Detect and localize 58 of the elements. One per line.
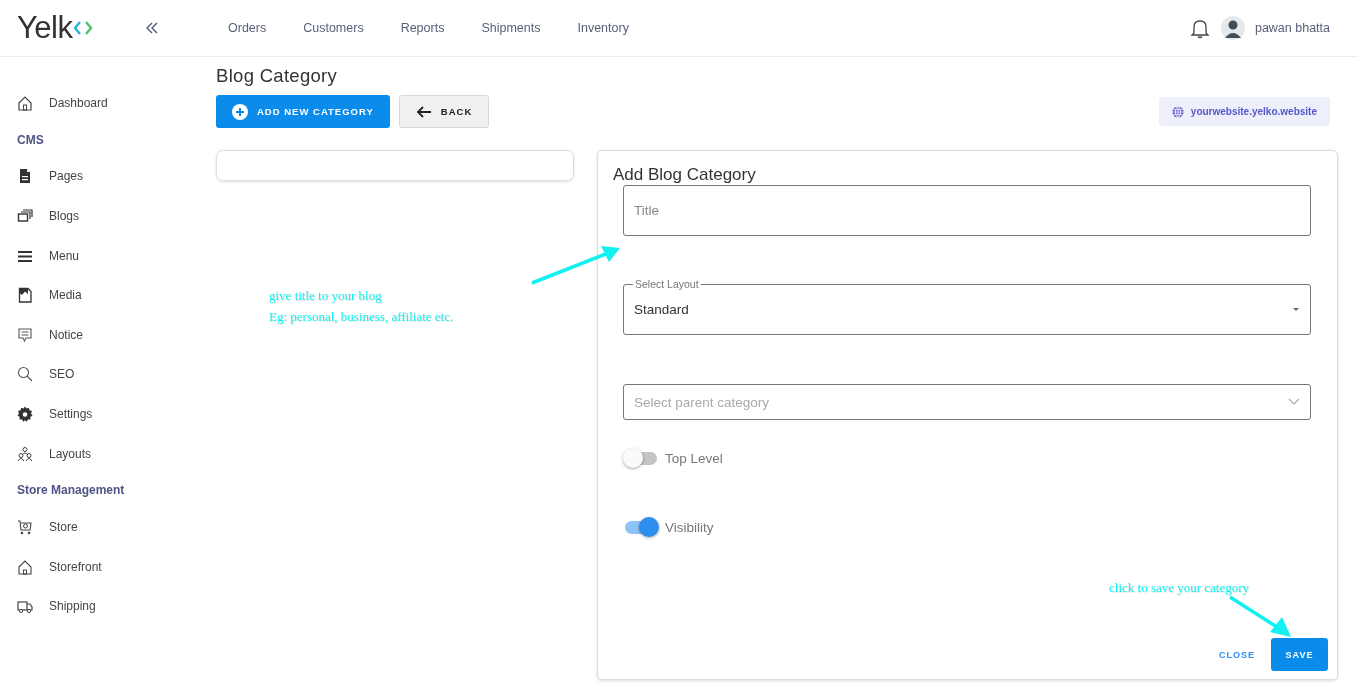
floating-label: Select Layout <box>633 278 701 290</box>
toggle-label: Top Level <box>665 450 723 466</box>
logo-text: Yelk <box>17 10 73 46</box>
select-value: Standard <box>634 302 689 317</box>
sidebar-item[interactable]: Blogs <box>17 208 80 224</box>
globe-icon <box>1171 105 1184 118</box>
back-button[interactable]: BACK <box>398 95 490 128</box>
nav-link[interactable]: Shipments <box>481 21 541 35</box>
sidebar-item[interactable]: SEO <box>17 366 75 383</box>
nav-link[interactable]: Reports <box>400 21 445 35</box>
shopping-cart-icon <box>17 519 33 536</box>
plus-circle-icon <box>232 103 248 120</box>
toggle-label: Visibility <box>665 519 714 535</box>
chevron-down-icon <box>1288 398 1300 406</box>
avatar-icon[interactable] <box>1220 16 1245 40</box>
user-name[interactable]: pawan bhatta <box>1254 21 1330 35</box>
image-file-icon <box>17 287 33 304</box>
sidebar-item[interactable]: Storefront <box>17 558 102 575</box>
nav-link[interactable]: Customers <box>303 21 364 35</box>
annotation-text: give title to your blog <box>269 287 383 305</box>
sidebar-item[interactable]: Menu <box>17 247 80 264</box>
speech-bubble-icon <box>17 326 33 343</box>
sidebar-item[interactable]: Layouts <box>17 445 92 462</box>
sidebar-heading: CMS <box>17 131 45 149</box>
toggle-switch[interactable] <box>623 447 659 469</box>
stacked-windows-icon <box>17 208 33 224</box>
website-link[interactable]: yourwebsite.yelko.website <box>1158 97 1330 126</box>
home-icon <box>17 558 33 575</box>
page-title: Blog Category <box>216 65 339 87</box>
sidebar-item[interactable]: Shipping <box>17 598 96 615</box>
save-button[interactable]: SAVE <box>1271 638 1328 671</box>
sidebar-item[interactable]: Store <box>17 519 78 536</box>
sidebar-item[interactable]: Media <box>17 287 82 304</box>
truck-icon <box>17 598 33 615</box>
form-title: Add Blog Category <box>613 165 757 185</box>
sidebar-item[interactable]: Dashboard <box>17 94 108 111</box>
collapse-icon[interactable] <box>145 21 160 35</box>
select-placeholder: Select parent category <box>634 394 770 410</box>
nav-link[interactable]: Orders <box>228 21 267 35</box>
add-category-button[interactable]: ADD NEW CATEGORY <box>216 95 390 128</box>
annotation-arrow <box>1229 595 1291 637</box>
bell-icon[interactable] <box>1188 17 1211 39</box>
annotation-text: click to save your category <box>1109 579 1250 597</box>
sidebar-item[interactable]: Notice <box>17 326 83 343</box>
sidebar-item[interactable]: Settings <box>17 405 93 422</box>
search-icon <box>17 366 33 383</box>
nav-link[interactable]: Inventory <box>577 21 629 35</box>
people-icon <box>17 445 33 462</box>
annotation-text: Eg: personal, business, affiliate etc. <box>269 308 454 326</box>
sidebar-heading: Store Management <box>17 482 126 500</box>
title-input[interactable]: Title <box>623 185 1311 236</box>
caret-icon <box>1292 307 1300 312</box>
document-icon <box>17 168 33 185</box>
home-icon <box>17 94 33 111</box>
settings-icon <box>17 405 33 422</box>
sidebar-item[interactable]: Pages <box>17 168 84 185</box>
arrow-left-icon <box>415 104 432 119</box>
toggle-switch[interactable] <box>623 516 659 538</box>
